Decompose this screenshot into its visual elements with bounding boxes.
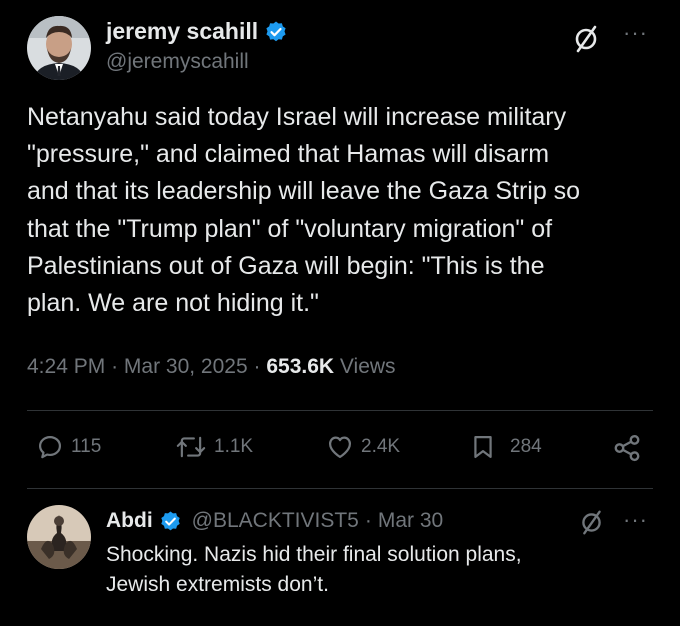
bookmark-icon [474,435,492,459]
divider-top [27,410,653,411]
tweet-date[interactable]: Mar 30, 2025 [124,355,248,378]
reply-button[interactable]: 115 [36,433,101,461]
more-options-icon[interactable]: ··· [623,20,648,46]
reply-separator: · [364,509,372,532]
reply-icon [38,435,62,459]
reply-header: Abdi @BLACKTIVIST5 · Mar 30 [106,509,443,533]
tweet-meta: 4:24 PM · Mar 30, 2025 · 653.6K Views [27,355,396,379]
repost-button[interactable]: 1.1K [175,433,253,461]
author-avatar[interactable] [27,16,91,80]
reply-author-avatar[interactable] [27,505,91,569]
author-avatar-image [27,16,91,80]
share-button[interactable] [612,433,649,463]
author-handle[interactable]: @jeremyscahill [106,50,249,74]
reply-text: Shocking. Nazis hid their final solution… [106,543,522,596]
reply-author-name[interactable]: Abdi [106,509,153,533]
reply-grok-icon[interactable] [578,509,605,541]
grok-icon[interactable] [571,24,601,59]
reply-count: 115 [71,436,102,457]
author-name-row: jeremy scahill [106,18,288,45]
repost-count: 1.1K [214,436,254,457]
reply-date[interactable]: Mar 30 [378,509,443,533]
tweet-text: Netanyahu said today Israel will increas… [27,103,581,318]
divider-bottom [27,488,653,489]
tweet-time[interactable]: 4:24 PM [27,355,105,378]
reply-avatar-image [27,505,91,569]
verified-badge-icon[interactable] [264,20,288,44]
bookmark-button[interactable]: 284 [469,433,542,461]
reply-more-options-icon[interactable]: ··· [623,507,648,533]
meta-separator: · [253,355,261,378]
bookmark-count: 284 [510,436,542,457]
views-label: Views [339,355,396,378]
like-count: 2.4K [361,436,401,457]
meta-separator: · [111,355,119,378]
like-button[interactable]: 2.4K [326,433,400,461]
heart-icon [328,436,352,459]
verified-badge-icon[interactable] [159,510,182,533]
repost-icon [176,436,206,458]
author-name[interactable]: jeremy scahill [106,18,258,45]
share-icon [614,434,640,462]
reply-author-handle[interactable]: @BLACKTIVIST5 [192,509,359,533]
views-count: 653.6K [266,355,335,378]
